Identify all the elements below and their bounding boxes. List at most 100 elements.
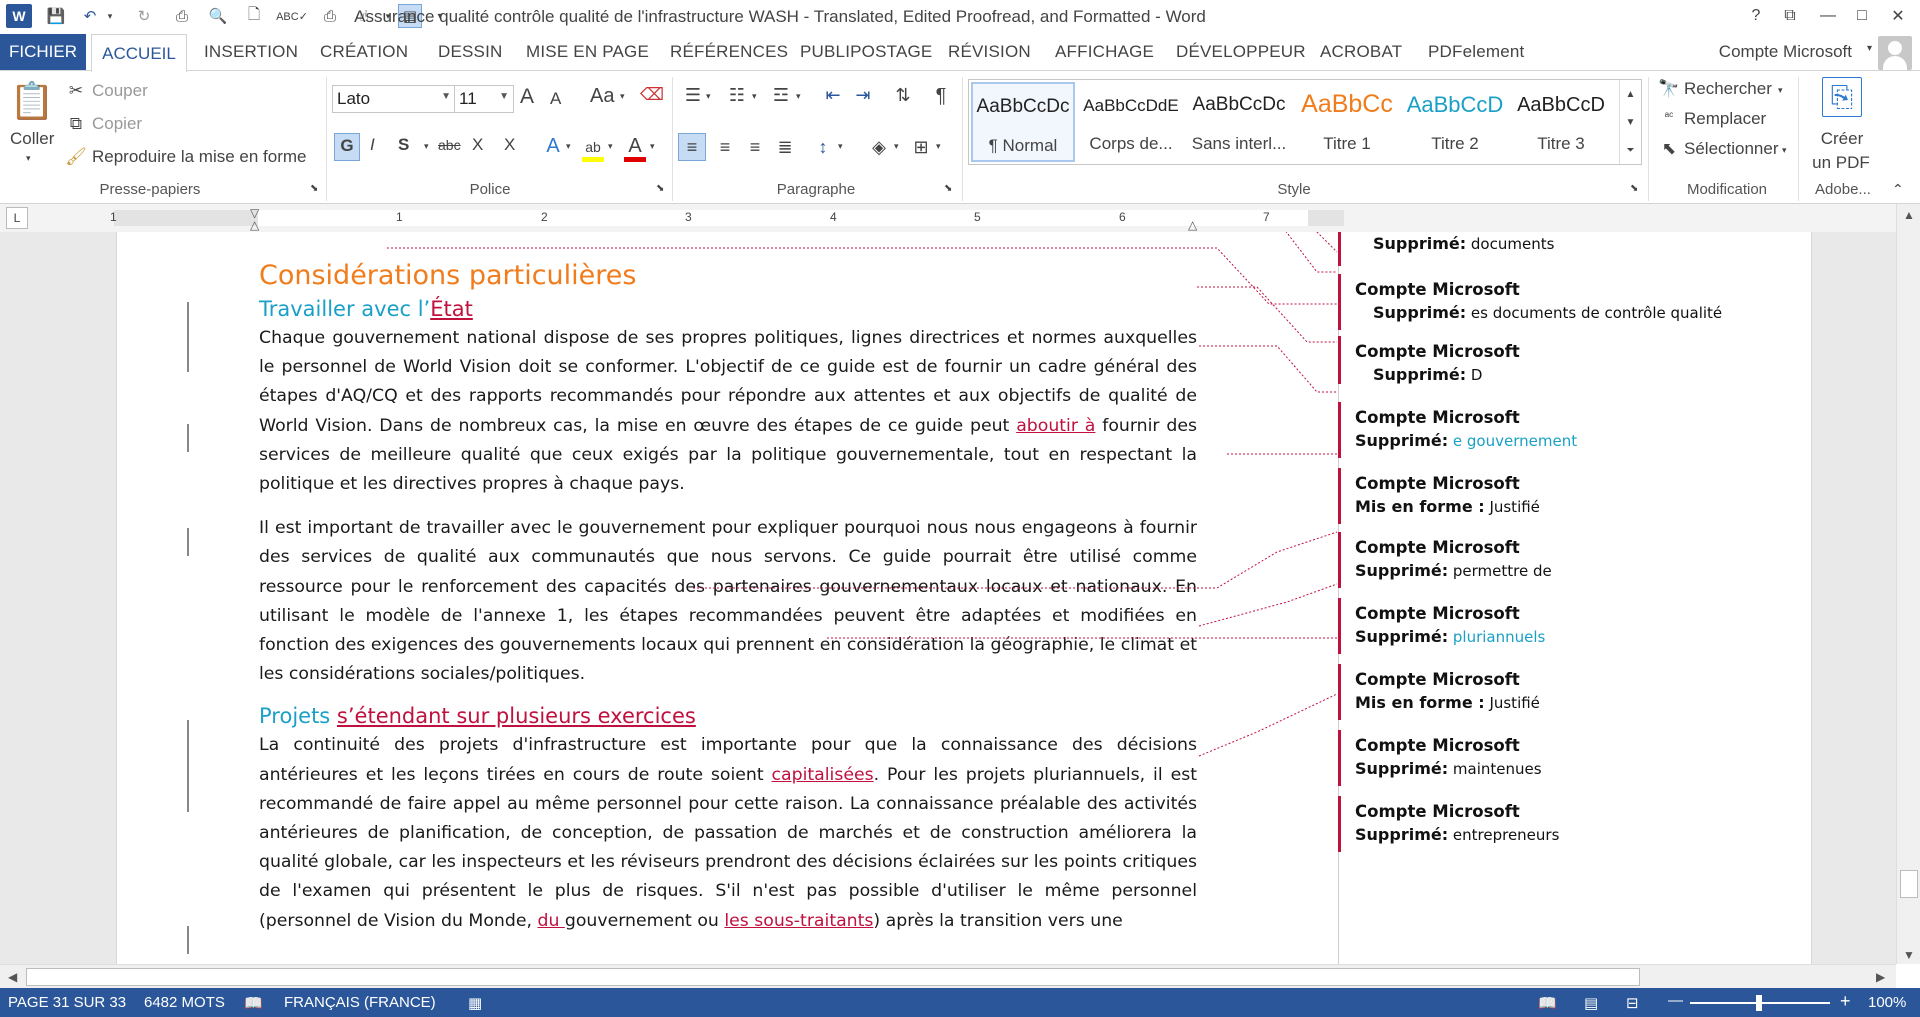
paste-icon[interactable]: 📋 [10, 77, 55, 125]
zoom-slider-thumb[interactable] [1756, 995, 1762, 1011]
scroll-down-icon[interactable]: ▼ [1903, 948, 1915, 962]
revision-balloon[interactable]: Compte Microsoft Supprimé: e gouvernemen… [1338, 402, 1758, 458]
multilevel-dropdown-icon[interactable]: ▾ [796, 91, 801, 102]
revision-balloon[interactable]: Compte Microsoft Supprimé: entrepreneurs [1338, 796, 1758, 852]
find-icon[interactable]: 🔭 [1658, 79, 1680, 99]
revision-balloon[interactable]: Supprimé: documents [1338, 232, 1758, 266]
bullets-dropdown-icon[interactable]: ▾ [706, 91, 711, 102]
page-indicator[interactable]: PAGE 31 SUR 33 [8, 994, 126, 1011]
shading-icon[interactable]: ◈ [866, 133, 892, 161]
shading-dropdown-icon[interactable]: ▾ [894, 141, 899, 152]
font-size-combo[interactable]: 11 ▼ [454, 85, 514, 113]
tab-mise-en-page[interactable]: MISE EN PAGE [526, 42, 649, 62]
copy-button[interactable]: Copier [92, 114, 142, 134]
web-layout-icon[interactable]: ⊟ [1626, 994, 1639, 1012]
select-dropdown-icon[interactable]: ▾ [1782, 145, 1787, 156]
superscript-button[interactable]: X [504, 135, 515, 155]
strikethrough-button[interactable]: abc [438, 137, 461, 153]
tab-references[interactable]: RÉFÉRENCES [670, 42, 788, 62]
ribbon-display-options-button[interactable]: ⧉ [1772, 2, 1808, 30]
tab-file[interactable]: FICHIER [0, 34, 86, 70]
justify-icon[interactable]: ≣ [772, 133, 798, 161]
shrink-font-button[interactable]: A [550, 89, 561, 109]
show-formatting-marks-icon[interactable]: ¶ [928, 85, 954, 108]
account-dropdown-icon[interactable]: ▾ [1867, 43, 1872, 54]
align-center-icon[interactable]: ≡ [712, 133, 738, 161]
vertical-scroll-thumb[interactable] [1900, 870, 1918, 898]
zoom-out-button[interactable]: — [1668, 992, 1683, 1009]
avatar[interactable] [1878, 36, 1912, 70]
replace-button[interactable]: Remplacer [1684, 109, 1766, 129]
create-pdf-icon[interactable]: ⎘ [1822, 77, 1862, 117]
document-body[interactable]: Considérations particulières Travailler … [259, 260, 1197, 951]
revision-balloon[interactable]: Compte Microsoft Supprimé: permettre de [1338, 532, 1758, 588]
tab-acrobat[interactable]: ACROBAT [1320, 42, 1402, 62]
revision-balloon[interactable]: Compte Microsoft Supprimé: es documents … [1338, 274, 1758, 330]
close-button[interactable]: ✕ [1880, 2, 1916, 30]
read-mode-icon[interactable]: 📖 [1538, 994, 1557, 1012]
line-spacing-icon[interactable]: ↕ [810, 133, 836, 161]
revision-balloon[interactable]: Compte Microsoft Supprimé: maintenues [1338, 730, 1758, 786]
revision-balloon[interactable]: Compte Microsoft Mis en forme : Justifié [1338, 468, 1758, 524]
collapse-ribbon-icon[interactable]: ⌃ [1892, 181, 1904, 198]
format-painter-icon[interactable]: 🖌 [65, 147, 87, 167]
horizontal-scrollbar[interactable]: ◀ ▶ [0, 964, 1896, 988]
tab-selector[interactable]: L [6, 207, 28, 229]
style-sans-interligne[interactable]: AaBbCcDc Sans interl... [1187, 82, 1291, 162]
scroll-up-icon[interactable]: ▲ [1903, 208, 1915, 222]
zoom-in-button[interactable]: + [1840, 991, 1851, 1012]
print-layout-icon[interactable]: ▤ [1584, 994, 1598, 1012]
bold-button[interactable]: G [334, 133, 360, 161]
tab-dessin[interactable]: DESSIN [438, 42, 503, 62]
style-titre-3[interactable]: AaBbCcD Titre 3 [1509, 82, 1613, 162]
tab-revision[interactable]: RÉVISION [948, 42, 1031, 62]
clear-formatting-icon[interactable]: ⌫ [640, 85, 664, 105]
tab-publipostage[interactable]: PUBLIPOSTAGE [800, 42, 932, 62]
clipboard-launcher-icon[interactable]: ⬊ [310, 183, 318, 194]
decrease-indent-icon[interactable]: ⇤ [820, 85, 846, 106]
revision-balloon[interactable]: Compte Microsoft Supprimé: pluriannuels [1338, 598, 1758, 654]
shadow-button[interactable]: S [398, 135, 409, 155]
line-spacing-dropdown-icon[interactable]: ▾ [838, 141, 843, 152]
subscript-button[interactable]: X [472, 135, 483, 155]
increase-indent-icon[interactable]: ⇥ [850, 85, 876, 106]
multilevel-list-icon[interactable]: ☲ [768, 85, 794, 106]
find-dropdown-icon[interactable]: ▾ [1778, 85, 1783, 96]
style-titre-2[interactable]: AaBbCcD Titre 2 [1403, 82, 1507, 162]
revision-balloon[interactable]: Compte Microsoft Mis en forme : Justifié [1338, 664, 1758, 720]
styles-scroll-down-icon[interactable]: ▼ [1619, 108, 1641, 136]
bullets-icon[interactable]: ☰ [680, 85, 706, 106]
account-name[interactable]: Compte Microsoft [1719, 42, 1852, 62]
tab-insertion[interactable]: INSERTION [204, 42, 298, 62]
paragraph-launcher-icon[interactable]: ⬊ [944, 183, 952, 194]
revision-balloon[interactable]: Compte Microsoft Supprimé: D [1338, 336, 1758, 384]
help-button[interactable]: ? [1738, 2, 1774, 30]
left-indent-marker[interactable]: △ [250, 218, 259, 232]
paste-dropdown-icon[interactable]: ▾ [26, 153, 31, 164]
shadow-dropdown-icon[interactable]: ▾ [424, 141, 429, 152]
create-pdf-button-line2[interactable]: un PDF [1808, 153, 1874, 173]
borders-dropdown-icon[interactable]: ▾ [936, 141, 941, 152]
font-launcher-icon[interactable]: ⬊ [656, 183, 664, 194]
style-titre-1[interactable]: AaBbCc Titre 1 [1295, 82, 1399, 162]
style-normal[interactable]: AaBbCcDc ¶ Normal [971, 82, 1075, 162]
numbering-dropdown-icon[interactable]: ▾ [752, 91, 757, 102]
text-effects-dropdown-icon[interactable]: ▾ [566, 141, 571, 152]
align-left-icon[interactable]: ≡ [678, 133, 706, 161]
italic-button[interactable]: I [370, 135, 375, 155]
change-case-dropdown-icon[interactable]: ▾ [620, 91, 625, 102]
tab-home[interactable]: ACCUEIL [91, 34, 187, 72]
cut-button[interactable]: Couper [92, 81, 148, 101]
word-count[interactable]: 6482 MOTS [144, 994, 225, 1011]
paste-button[interactable]: Coller [10, 129, 54, 149]
macro-recording-icon[interactable]: ▦ [468, 994, 482, 1012]
scroll-right-icon[interactable]: ▶ [1876, 970, 1885, 984]
styles-more-icon[interactable]: ⏷ [1619, 136, 1641, 164]
language-indicator[interactable]: FRANÇAIS (FRANCE) [284, 994, 436, 1011]
font-color-icon[interactable]: A [622, 133, 648, 159]
replace-icon[interactable]: ᵃᶜ [1658, 109, 1680, 123]
styles-scroll-up-icon[interactable]: ▲ [1619, 80, 1641, 108]
tab-developpeur[interactable]: DÉVELOPPEUR [1176, 42, 1306, 62]
grow-font-button[interactable]: A [520, 85, 534, 109]
style-launcher-icon[interactable]: ⬊ [1630, 183, 1638, 194]
